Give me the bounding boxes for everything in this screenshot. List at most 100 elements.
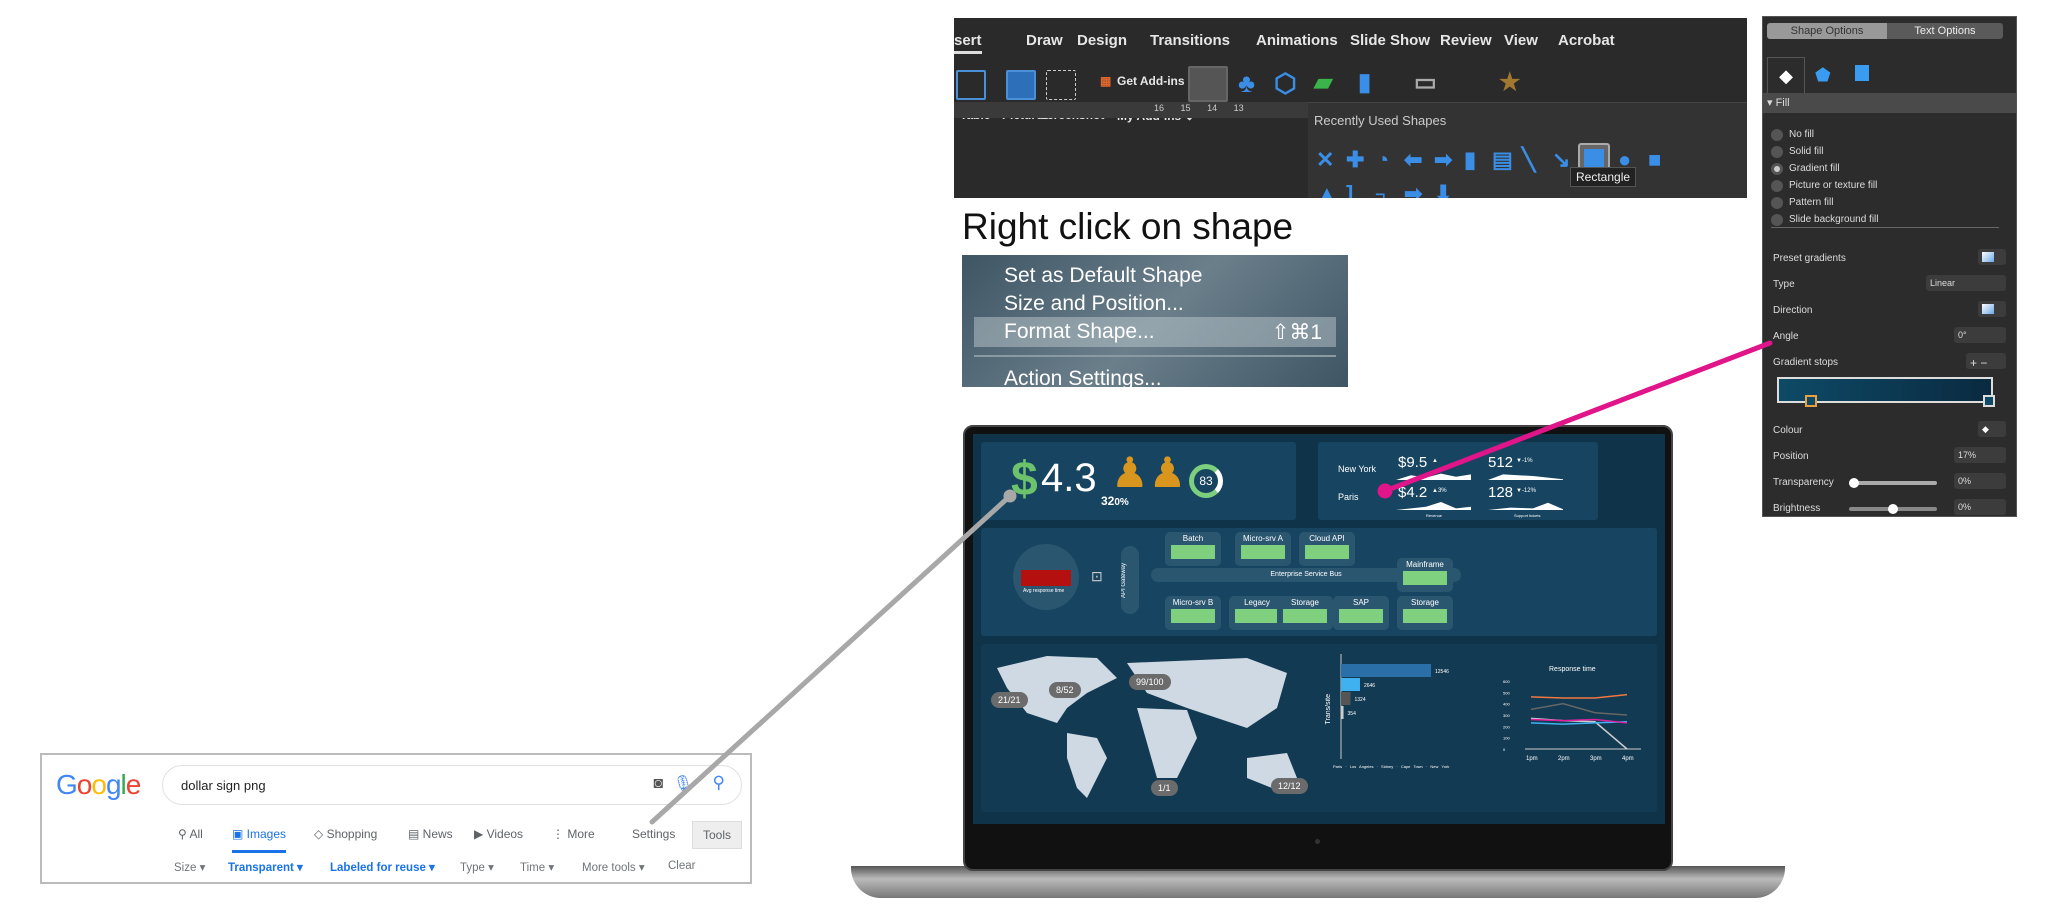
search-input[interactable]: dollar sign png ◙ 🎙 ⚲ (162, 765, 742, 805)
camera-icon[interactable]: ◙ (653, 775, 663, 793)
nav-images[interactable]: ▣ Images (232, 827, 287, 853)
tab-text-options[interactable]: Text Options (1887, 23, 2003, 39)
microphone-icon[interactable]: 🎙 (673, 774, 693, 794)
transparency-stepper[interactable]: 0% (1954, 473, 2006, 489)
map-pin[interactable]: 12/12 (1271, 778, 1308, 794)
tab-view[interactable]: View (1504, 32, 1538, 49)
media-icon[interactable]: ▭ (1414, 68, 1437, 97)
y-tick-label: 300 (1503, 713, 1510, 718)
menu-item-size-and-position[interactable]: Size and Position... (1004, 292, 1184, 316)
ruler-label: 14 (1207, 103, 1218, 113)
tab-draw[interactable]: Draw (1026, 32, 1063, 49)
textbox-shape-icon[interactable]: ▤ (1492, 149, 1513, 171)
screenshot-icon[interactable] (1046, 70, 1076, 100)
map-pin[interactable]: 8/52 (1049, 682, 1081, 698)
filter-time[interactable]: Time ▾ (520, 860, 554, 874)
fill-section-header[interactable]: ▾ Fill (1763, 93, 2016, 113)
rounded-rect-shape-icon[interactable]: ■ (1648, 149, 1661, 171)
position-stepper[interactable]: 17% (1954, 447, 2006, 463)
add-remove-stop-buttons[interactable]: + − (1966, 353, 2006, 370)
tab-review[interactable]: Review (1440, 32, 1492, 49)
metric-delta: ▼-12% (1516, 488, 1536, 494)
bracket-shape-icon[interactable]: ] (1346, 183, 1353, 199)
metric-value: 128 (1488, 484, 1514, 501)
map-pin[interactable]: 21/21 (991, 692, 1028, 708)
icons-icon[interactable]: ♣ (1238, 68, 1255, 99)
nav-news[interactable]: ▤ News (408, 827, 453, 841)
fill-radio[interactable] (1771, 163, 1783, 175)
tools-button[interactable]: Tools (692, 821, 743, 849)
triangle-shape-icon[interactable]: ▲ (1316, 183, 1338, 199)
bar (1341, 706, 1344, 719)
transparency-slider[interactable] (1849, 478, 1937, 488)
star-icon[interactable]: ★ (1499, 68, 1521, 97)
brightness-slider[interactable] (1849, 504, 1937, 514)
size-properties-icon[interactable] (1855, 65, 1869, 81)
fill-radio[interactable] (1771, 146, 1783, 158)
filter-more-tools[interactable]: More tools ▾ (582, 860, 645, 874)
type-select[interactable]: Linear (1926, 275, 2006, 291)
get-addins-button[interactable]: Get Add-ins (1117, 74, 1185, 88)
filter-type[interactable]: Type ▾ (460, 860, 494, 874)
nav-shopping[interactable]: ◇ Shopping (314, 827, 377, 841)
left-arrow-shape-icon[interactable]: ⬅ (1404, 149, 1422, 171)
tab-acrobat[interactable]: Acrobat (1558, 32, 1615, 49)
fill-radio[interactable] (1771, 197, 1783, 209)
map-pin[interactable]: 1/1 (1151, 780, 1178, 796)
filter-transparent[interactable]: Transparent ▾ (228, 860, 303, 874)
slider-thumb[interactable] (1888, 504, 1898, 514)
metric-value: $9.5 (1398, 454, 1428, 471)
elbow-connector-icon[interactable]: ┐ (1376, 183, 1392, 199)
effects-icon[interactable]: ⬟ (1815, 65, 1831, 86)
map-pin[interactable]: 99/100 (1129, 674, 1171, 690)
arrow-line-shape-icon[interactable]: ↘ (1552, 149, 1570, 171)
menu-item-action-settings[interactable]: Action Settings... (1004, 367, 1162, 387)
menu-item-set-default-shape[interactable]: Set as Default Shape (1004, 264, 1202, 288)
3d-models-icon[interactable]: ⬡ (1274, 68, 1297, 99)
smartart-icon[interactable]: ▰ (1314, 68, 1332, 97)
direction-dropdown[interactable] (1978, 301, 2006, 317)
colour-picker[interactable]: ◆ (1978, 421, 2006, 437)
tab-insert[interactable]: sert (954, 32, 982, 54)
cylinder-shape-icon[interactable]: ▮ (1464, 149, 1476, 171)
bar (1341, 692, 1351, 705)
slider-thumb[interactable] (1849, 478, 1859, 488)
gradient-stop-handle[interactable] (1983, 395, 1995, 407)
arrow-right-icon[interactable]: ➡ (1404, 183, 1422, 199)
tab-slide-show[interactable]: Slide Show (1350, 32, 1430, 49)
search-icon[interactable]: ⚲ (713, 773, 725, 793)
arrow-down-icon[interactable]: ⬇ (1434, 183, 1452, 199)
pictures-icon[interactable] (1006, 70, 1036, 100)
tab-design[interactable]: Design (1077, 32, 1127, 49)
tab-animations[interactable]: Animations (1256, 32, 1338, 49)
x-shape-icon[interactable]: ✕ (1316, 149, 1334, 171)
filter-labeled-for-reuse[interactable]: Labeled for reuse ▾ (330, 860, 435, 874)
filter-size[interactable]: Size ▾ (174, 860, 205, 874)
fill-radio[interactable] (1771, 129, 1783, 141)
settings-link[interactable]: Settings (632, 827, 675, 841)
plus-shape-icon[interactable]: ✚ (1346, 149, 1364, 171)
shapes-button[interactable] (1188, 66, 1228, 102)
fill-radio[interactable] (1771, 214, 1783, 226)
line-shape-icon[interactable]: ╲ (1522, 149, 1535, 171)
angle-stepper[interactable]: 0° (1954, 327, 2006, 343)
pie-shape-icon[interactable]: ◔ (1376, 149, 1389, 171)
tab-transitions[interactable]: Transitions (1150, 32, 1230, 49)
brightness-stepper[interactable]: 0% (1954, 499, 2006, 515)
tab-shape-options[interactable]: Shape Options (1767, 23, 1887, 39)
nav-videos[interactable]: ▶ Videos (474, 827, 523, 841)
filter-clear[interactable]: Clear (668, 860, 695, 872)
nav-all[interactable]: ⚲ All (178, 827, 203, 841)
preset-gradients-dropdown[interactable] (1978, 249, 2006, 265)
south-america (1067, 733, 1107, 798)
x-tick-label: 2pm (1558, 756, 1570, 762)
right-arrow-shape-icon[interactable]: ➡ (1434, 149, 1452, 171)
gradient-stop-handle[interactable] (1805, 395, 1817, 407)
x-tick-label: 3pm (1590, 756, 1602, 762)
fill-radio[interactable] (1771, 180, 1783, 192)
table-icon[interactable] (956, 70, 986, 100)
bar (1341, 678, 1360, 691)
nav-more[interactable]: ⋮ More (552, 827, 595, 841)
node-chart (1403, 571, 1447, 585)
chart-icon[interactable]: ▮ (1358, 68, 1371, 97)
